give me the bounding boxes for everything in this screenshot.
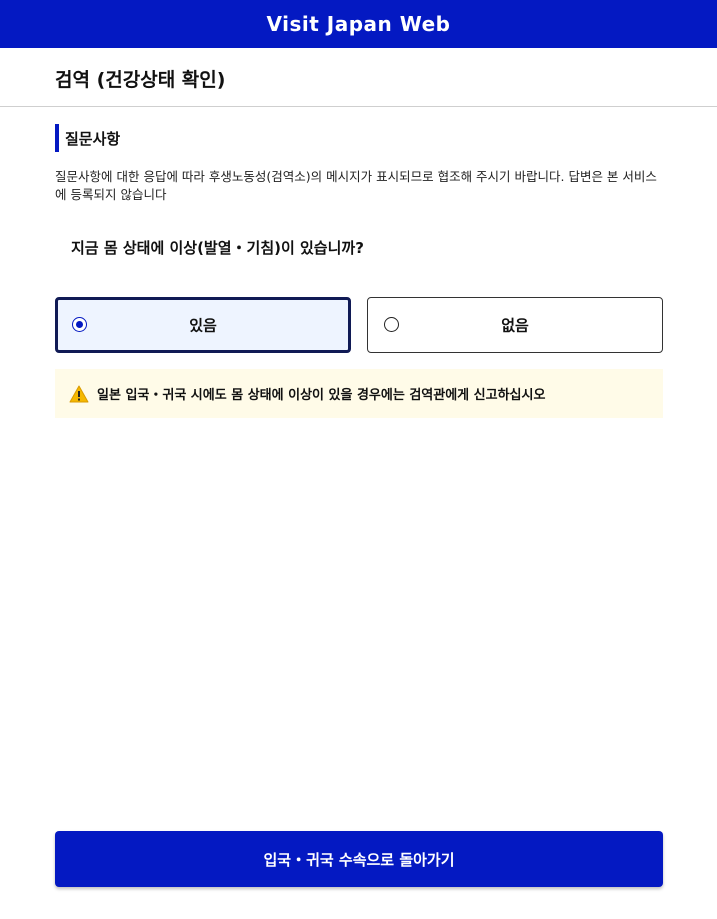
warning-text: 일본 입국・귀국 시에도 몸 상태에 이상이 있을 경우에는 검역관에게 신고하…: [97, 388, 546, 403]
option-yes-radio[interactable]: 있음: [55, 297, 351, 353]
option-no-radio[interactable]: 없음: [367, 297, 663, 353]
section-heading: 질문사항: [55, 124, 120, 152]
option-no-label: 없음: [501, 316, 529, 335]
page-title: 검역 (건강상태 확인): [55, 69, 226, 91]
back-to-procedures-button[interactable]: 입국・귀국 수속으로 돌아가기: [55, 831, 663, 887]
option-yes-label: 있음: [189, 316, 217, 335]
warning-banner: 일본 입국・귀국 시에도 몸 상태에 이상이 있을 경우에는 검역관에게 신고하…: [55, 369, 663, 418]
page-header: 검역 (건강상태 확인): [0, 48, 717, 107]
app-header-bar: Visit Japan Web: [0, 0, 717, 48]
notice-text: 질문사항에 대한 응답에 따라 후생노동성(검역소)의 메시지가 표시되므로 협…: [55, 169, 657, 202]
app-title: Visit Japan Web: [266, 12, 451, 36]
warning-icon: [69, 385, 89, 402]
question-text: 지금 몸 상태에 이상(발열・기침)이 있습니까?: [71, 239, 364, 257]
section-heading-label: 질문사항: [65, 129, 121, 148]
